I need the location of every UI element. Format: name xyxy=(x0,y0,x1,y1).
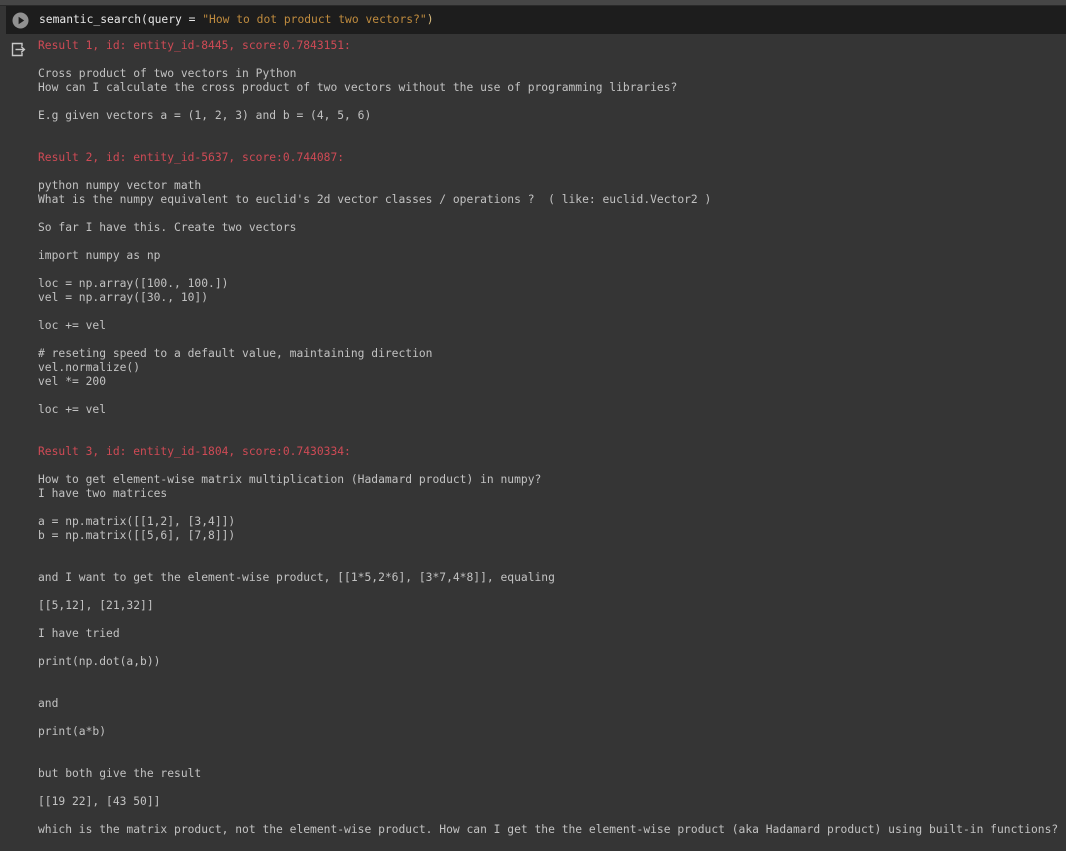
result-3-body: How to get element-wise matrix multiplic… xyxy=(38,473,1066,837)
play-icon[interactable] xyxy=(12,12,29,29)
result-section-2: Result 2, id: entity_id-5637, score:0.74… xyxy=(38,151,1066,417)
command-prefix: semantic_search(query = xyxy=(39,13,202,26)
command-query-string: "How to dot product two vectors?" xyxy=(202,13,426,26)
result-1-header: Result 1, id: entity_id-8445, score:0.78… xyxy=(38,39,1066,53)
output-arrow-icon xyxy=(10,41,27,58)
search-results: Result 1, id: entity_id-8445, score:0.78… xyxy=(38,34,1066,837)
command-line: semantic_search(query = "How to dot prod… xyxy=(39,13,434,27)
result-section-3: Result 3, id: entity_id-1804, score:0.74… xyxy=(38,445,1066,837)
output-area: Result 1, id: entity_id-8445, score:0.78… xyxy=(0,34,1066,837)
result-3-header: Result 3, id: entity_id-1804, score:0.74… xyxy=(38,445,1066,459)
command-bar[interactable]: semantic_search(query = "How to dot prod… xyxy=(6,6,1066,34)
command-close-paren: ) xyxy=(427,13,434,26)
result-section-1: Result 1, id: entity_id-8445, score:0.78… xyxy=(38,39,1066,123)
result-1-body: Cross product of two vectors in Python H… xyxy=(38,67,1066,123)
result-2-body: python numpy vector math What is the num… xyxy=(38,179,1066,417)
result-2-header: Result 2, id: entity_id-5637, score:0.74… xyxy=(38,151,1066,165)
